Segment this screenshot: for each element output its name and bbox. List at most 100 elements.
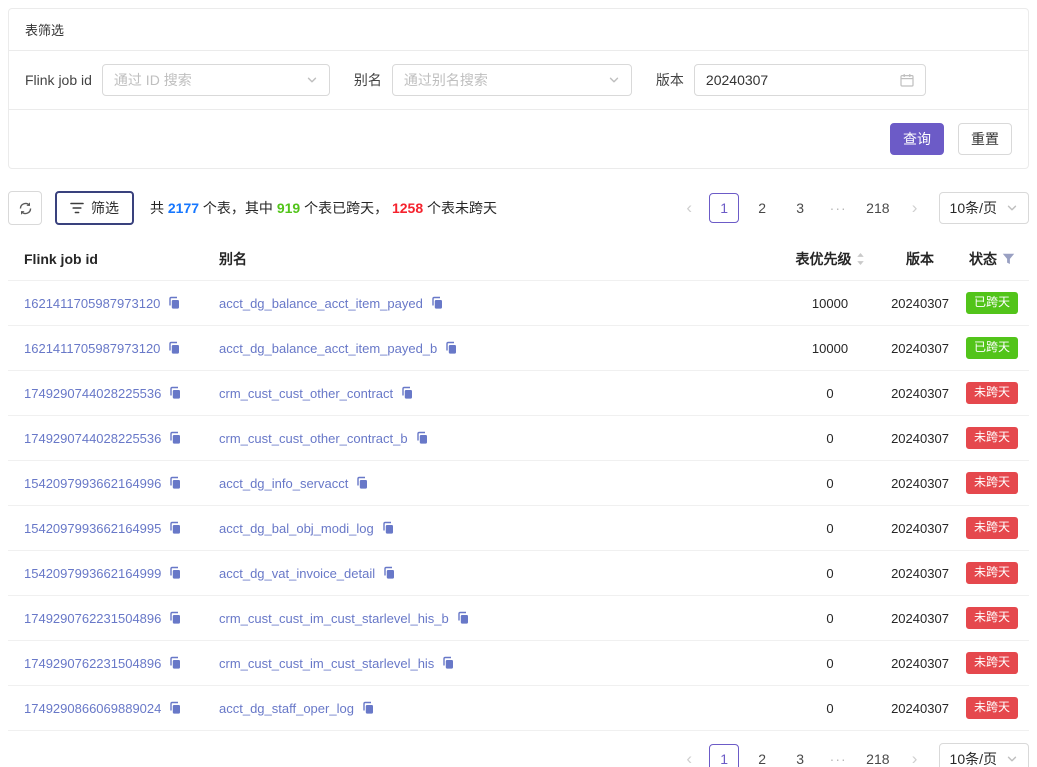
page-size-select[interactable]: 10条/页 xyxy=(939,192,1029,224)
copy-icon[interactable] xyxy=(167,296,181,310)
page-size-select[interactable]: 10条/页 xyxy=(939,743,1029,767)
copy-icon[interactable] xyxy=(168,656,182,670)
alias-link[interactable]: crm_cust_cust_im_cust_starlevel_his xyxy=(219,656,434,671)
status-badge: 未跨天 xyxy=(966,427,1018,449)
alias-link[interactable]: acct_dg_balance_acct_item_payed xyxy=(219,296,423,311)
filter-toggle-button[interactable]: 筛选 xyxy=(55,191,134,225)
job-id-link[interactable]: 1621411705987973120 xyxy=(24,296,160,311)
alias-link[interactable]: crm_cust_cust_im_cust_starlevel_his_b xyxy=(219,611,449,626)
table-row: 1749290866069889024 acct_dg_staff_oper_l… xyxy=(8,686,1029,731)
status-badge: 未跨天 xyxy=(966,382,1018,404)
job-id-link[interactable]: 1749290744028225536 xyxy=(24,431,161,446)
page-button-1[interactable]: 1 xyxy=(709,744,739,767)
prev-page-button[interactable]: ‹ xyxy=(677,193,701,223)
alias-link[interactable]: acct_dg_info_servacct xyxy=(219,476,348,491)
copy-icon[interactable] xyxy=(168,611,182,625)
copy-icon[interactable] xyxy=(168,521,182,535)
table-row: 1542097993662164996 acct_dg_info_servacc… xyxy=(8,461,1029,506)
priority-value: 10000 xyxy=(775,341,885,356)
chevron-down-icon xyxy=(306,74,318,86)
table-row: 1621411705987973120 acct_dg_balance_acct… xyxy=(8,281,1029,326)
version-value: 20240307 xyxy=(885,341,955,356)
page-button-1[interactable]: 1 xyxy=(709,193,739,223)
priority-value: 0 xyxy=(775,566,885,581)
page-button-2[interactable]: 2 xyxy=(747,744,777,767)
copy-icon[interactable] xyxy=(400,386,414,400)
copy-icon[interactable] xyxy=(168,566,182,580)
priority-value: 0 xyxy=(775,476,885,491)
refresh-button[interactable] xyxy=(8,191,42,225)
page-ellipsis[interactable]: ··· xyxy=(823,193,853,223)
page-ellipsis[interactable]: ··· xyxy=(823,744,853,767)
page-root: 表筛选 Flink job id 通过 ID 搜索 别名 通过别名搜索 xyxy=(0,0,1037,767)
sort-carets-icon[interactable] xyxy=(856,252,865,266)
query-button[interactable]: 查询 xyxy=(890,123,944,155)
alias-filter-select[interactable]: 通过别名搜索 xyxy=(392,64,632,96)
version-value: 20240307 xyxy=(885,431,955,446)
priority-value: 0 xyxy=(775,611,885,626)
page-button-218[interactable]: 218 xyxy=(861,193,894,223)
prev-page-button[interactable]: ‹ xyxy=(677,744,701,767)
job-id-link[interactable]: 1749290744028225536 xyxy=(24,386,161,401)
version-value: 20240307 xyxy=(885,476,955,491)
job-id-link[interactable]: 1749290762231504896 xyxy=(24,611,161,626)
uncrossed-count: 1258 xyxy=(392,200,423,216)
copy-icon[interactable] xyxy=(381,521,395,535)
stats-text: 个表已跨天， xyxy=(300,200,392,216)
alias-link[interactable]: crm_cust_cust_other_contract_b xyxy=(219,431,408,446)
version-value: 20240307 xyxy=(885,701,955,716)
next-page-button[interactable]: › xyxy=(903,744,927,767)
header-priority[interactable]: 表优先级 xyxy=(775,249,885,269)
jobid-filter-select[interactable]: 通过 ID 搜索 xyxy=(102,64,330,96)
alias-link[interactable]: acct_dg_bal_obj_modi_log xyxy=(219,521,374,536)
alias-link[interactable]: crm_cust_cust_other_contract xyxy=(219,386,393,401)
copy-icon[interactable] xyxy=(167,341,181,355)
copy-icon[interactable] xyxy=(430,296,444,310)
page-size-label: 10条/页 xyxy=(950,198,997,218)
reset-button[interactable]: 重置 xyxy=(958,123,1012,155)
copy-icon[interactable] xyxy=(382,566,396,580)
next-page-button[interactable]: › xyxy=(903,193,927,223)
copy-icon[interactable] xyxy=(444,341,458,355)
jobid-filter-field: Flink job id 通过 ID 搜索 xyxy=(25,64,330,96)
table-row: 1749290762231504896 crm_cust_cust_im_cus… xyxy=(8,641,1029,686)
page-button-2[interactable]: 2 xyxy=(747,193,777,223)
job-id-link[interactable]: 1542097993662164996 xyxy=(24,476,161,491)
alias-filter-label: 别名 xyxy=(354,70,382,90)
version-filter-field: 版本 20240307 xyxy=(656,64,926,96)
page-button-3[interactable]: 3 xyxy=(785,744,815,767)
filter-fields-row: Flink job id 通过 ID 搜索 别名 通过别名搜索 xyxy=(9,51,1028,110)
alias-link[interactable]: acct_dg_vat_invoice_detail xyxy=(219,566,375,581)
copy-icon[interactable] xyxy=(355,476,369,490)
status-badge: 未跨天 xyxy=(966,652,1018,674)
copy-icon[interactable] xyxy=(168,701,182,715)
job-id-link[interactable]: 1621411705987973120 xyxy=(24,341,160,356)
version-value: 20240307 xyxy=(885,611,955,626)
page-button-218[interactable]: 218 xyxy=(861,744,894,767)
funnel-icon[interactable] xyxy=(1002,253,1015,265)
header-status: 状态 xyxy=(955,249,1029,269)
chevron-down-icon xyxy=(1006,753,1018,765)
copy-icon[interactable] xyxy=(168,476,182,490)
job-id-link[interactable]: 1749290866069889024 xyxy=(24,701,161,716)
version-date-input[interactable]: 20240307 xyxy=(694,64,926,96)
copy-icon[interactable] xyxy=(441,656,455,670)
alias-link[interactable]: acct_dg_balance_acct_item_payed_b xyxy=(219,341,437,356)
table-header: Flink job id 别名 表优先级 版本 状态 xyxy=(8,237,1029,281)
status-badge: 未跨天 xyxy=(966,517,1018,539)
filter-card: 表筛选 Flink job id 通过 ID 搜索 别名 通过别名搜索 xyxy=(8,8,1029,169)
copy-icon[interactable] xyxy=(168,431,182,445)
copy-icon[interactable] xyxy=(456,611,470,625)
job-id-link[interactable]: 1749290762231504896 xyxy=(24,656,161,671)
job-id-link[interactable]: 1542097993662164999 xyxy=(24,566,161,581)
table-row: 1542097993662164999 acct_dg_vat_invoice_… xyxy=(8,551,1029,596)
alias-link[interactable]: acct_dg_staff_oper_log xyxy=(219,701,354,716)
copy-icon[interactable] xyxy=(415,431,429,445)
job-id-link[interactable]: 1542097993662164995 xyxy=(24,521,161,536)
page-button-3[interactable]: 3 xyxy=(785,193,815,223)
copy-icon[interactable] xyxy=(361,701,375,715)
table-row: 1621411705987973120 acct_dg_balance_acct… xyxy=(8,326,1029,371)
header-status-label: 状态 xyxy=(969,249,997,269)
copy-icon[interactable] xyxy=(168,386,182,400)
header-priority-label: 表优先级 xyxy=(796,249,852,269)
